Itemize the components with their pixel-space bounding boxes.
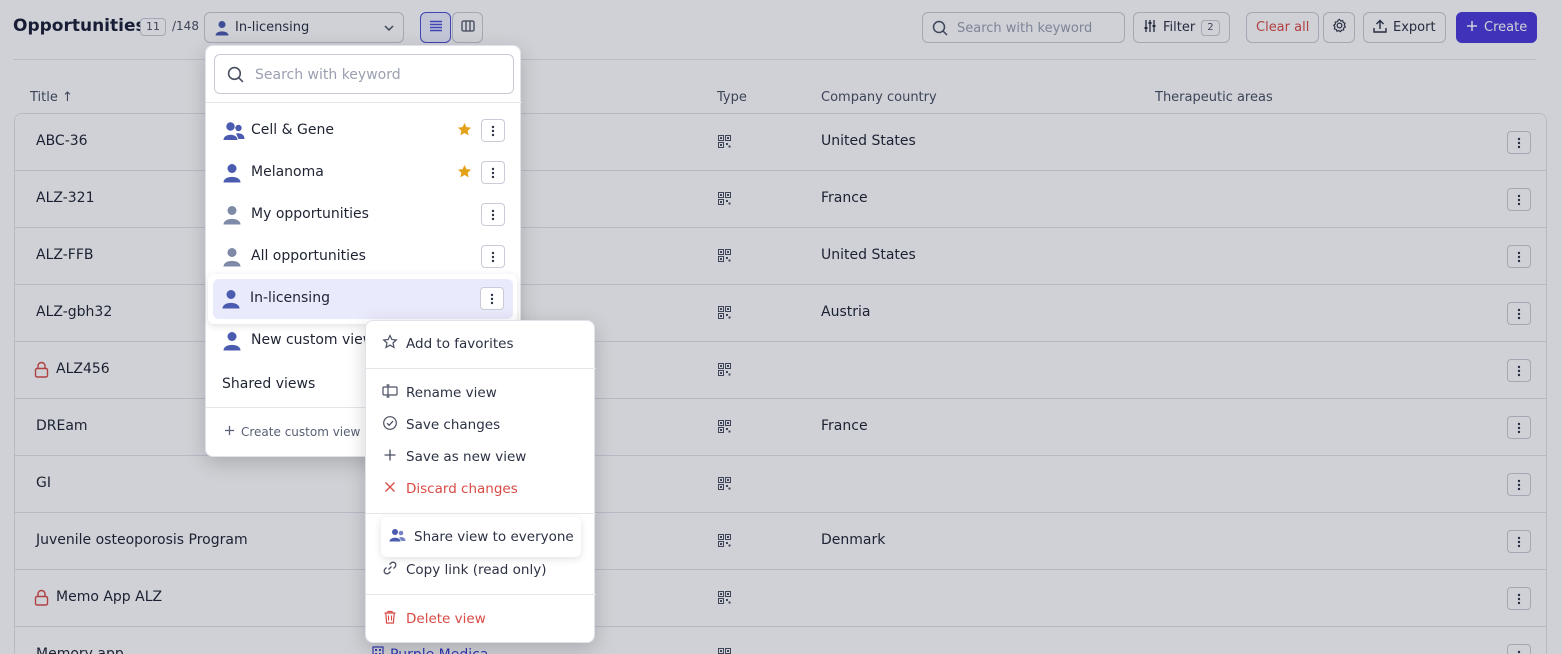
copy-link-label: Copy link (read only) (406, 562, 547, 578)
star-icon[interactable] (457, 164, 472, 183)
view-options-button[interactable] (481, 161, 505, 184)
delete-view-label: Delete view (406, 611, 486, 627)
plus-icon (382, 447, 398, 467)
save-changes-label: Save changes (406, 417, 501, 433)
rename-icon (382, 384, 398, 402)
trash-icon (382, 609, 398, 629)
close-icon (382, 479, 398, 499)
view-item-in-licensing[interactable]: In-licensing (213, 279, 513, 319)
add-to-favorites-label: Add to favorites (406, 336, 514, 352)
view-options-button[interactable] (481, 203, 505, 226)
create-custom-view-link[interactable]: Create custom view (224, 425, 360, 439)
view-options-button[interactable] (480, 287, 504, 310)
views-search-input[interactable] (255, 65, 505, 85)
share-view-item[interactable]: Share view to everyone (389, 523, 579, 551)
view-item-label: In-licensing (250, 290, 330, 306)
divider (366, 368, 596, 369)
divider (206, 102, 522, 103)
save-as-new-view-item[interactable]: Save as new view (382, 443, 592, 471)
star-icon[interactable] (457, 122, 472, 141)
users-icon (223, 121, 245, 145)
view-item-label: New custom view (251, 332, 375, 348)
create-custom-view-label: Create custom view (241, 425, 361, 439)
user-icon (223, 247, 241, 271)
view-context-menu: Add to favorites Rename view Save change… (365, 320, 596, 643)
user-icon (223, 331, 241, 355)
shared-views-header: Shared views (222, 376, 316, 392)
user-icon (222, 289, 240, 313)
rename-view-item[interactable]: Rename view (382, 379, 592, 407)
view-item-cell-gene[interactable]: Cell & Gene (214, 111, 514, 151)
view-item-label: My opportunities (251, 206, 369, 222)
link-icon (382, 560, 398, 580)
save-as-new-view-label: Save as new view (406, 449, 527, 465)
divider (366, 513, 596, 514)
discard-changes-item[interactable]: Discard changes (382, 475, 592, 503)
save-changes-item[interactable]: Save changes (382, 411, 592, 439)
share-view-label: Share view to everyone (414, 529, 574, 545)
view-item-all-opportunities[interactable]: All opportunities (214, 237, 514, 277)
users-icon (389, 527, 406, 547)
views-search-box (214, 54, 514, 94)
view-options-button[interactable] (481, 245, 505, 268)
view-item-melanoma[interactable]: Melanoma (214, 153, 514, 193)
user-icon (223, 205, 241, 229)
rename-view-label: Rename view (406, 385, 497, 401)
view-item-label: Melanoma (251, 164, 324, 180)
delete-view-item[interactable]: Delete view (382, 605, 592, 633)
copy-link-item[interactable]: Copy link (read only) (382, 556, 592, 584)
discard-changes-label: Discard changes (406, 481, 518, 497)
star-outline-icon (382, 334, 398, 354)
view-item-label: Cell & Gene (251, 122, 334, 138)
search-icon (227, 66, 244, 87)
plus-icon (224, 425, 235, 439)
view-item-my-opportunities[interactable]: My opportunities (214, 195, 514, 235)
check-circle-icon (382, 415, 398, 435)
view-options-button[interactable] (481, 119, 505, 142)
divider (366, 594, 596, 595)
add-to-favorites-item[interactable]: Add to favorites (382, 330, 592, 358)
user-icon (223, 163, 241, 187)
view-item-label: All opportunities (251, 248, 366, 264)
